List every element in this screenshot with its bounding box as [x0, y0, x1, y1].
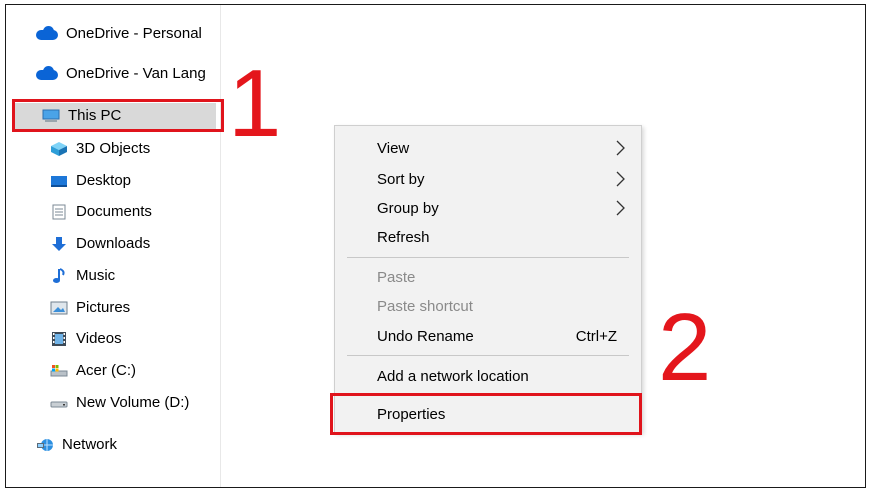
sidebar-item-label: Pictures — [76, 299, 131, 316]
menu-item-view[interactable]: View — [335, 133, 641, 163]
sidebar-item-label: Documents — [76, 203, 152, 220]
annotation-step-2: 2 — [658, 294, 712, 401]
sidebar-item-network[interactable]: Network — [36, 432, 117, 458]
menu-item-refresh[interactable]: Refresh — [335, 222, 641, 252]
annotation-highlight-properties — [330, 393, 642, 435]
sidebar-item-onedrive-personal[interactable]: OneDrive - Personal — [36, 21, 202, 47]
drive-c-icon — [50, 363, 68, 379]
annotation-step-1: 1 — [228, 50, 282, 157]
sidebar-item-videos[interactable]: Videos — [50, 326, 122, 352]
menu-item-label: Undo Rename — [377, 327, 474, 345]
menu-item-undo-rename[interactable]: Undo Rename Ctrl+Z — [335, 321, 641, 351]
sidebar-item-label: Desktop — [76, 172, 132, 189]
navigation-pane: OneDrive - Personal OneDrive - Van Lang … — [6, 5, 221, 487]
sidebar-item-label: OneDrive - Personal — [66, 25, 202, 42]
documents-icon — [50, 204, 68, 220]
sidebar-item-pictures[interactable]: Pictures — [50, 295, 130, 321]
annotation-highlight-this-pc — [12, 99, 224, 132]
menu-item-sort-by[interactable]: Sort by — [335, 164, 641, 194]
sidebar-item-label: Music — [76, 267, 116, 284]
videos-icon — [50, 331, 68, 347]
drive-d-icon — [50, 395, 68, 411]
menu-item-label: Add a network location — [377, 367, 529, 385]
sidebar-item-documents[interactable]: Documents — [50, 199, 152, 225]
sidebar-item-acer-c[interactable]: Acer (C:) — [50, 358, 136, 384]
music-icon — [50, 268, 68, 284]
onedrive-cloud-icon — [36, 26, 58, 42]
sidebar-item-label: 3D Objects — [76, 140, 151, 157]
menu-separator — [347, 257, 629, 258]
context-menu: View Sort by Group by Refresh Paste Past… — [334, 125, 642, 433]
downloads-icon — [50, 236, 68, 252]
menu-item-paste-shortcut[interactable]: Paste shortcut — [335, 291, 641, 321]
sidebar-item-onedrive-van-lang[interactable]: OneDrive - Van Lang — [36, 61, 206, 87]
sidebar-item-label: New Volume (D:) — [76, 394, 190, 411]
chevron-right-icon — [616, 171, 625, 187]
sidebar-item-label: Network — [62, 436, 118, 453]
menu-item-label: Paste shortcut — [377, 297, 473, 315]
sidebar-item-label: OneDrive - Van Lang — [66, 65, 206, 82]
menu-item-label: Sort by — [377, 170, 425, 188]
menu-item-label: Group by — [377, 199, 439, 217]
menu-item-paste[interactable]: Paste — [335, 262, 641, 292]
menu-item-label: Refresh — [377, 228, 430, 246]
sidebar-item-music[interactable]: Music — [50, 263, 115, 289]
menu-item-add-network-location[interactable]: Add a network location — [335, 361, 641, 391]
network-icon — [36, 437, 54, 453]
sidebar-item-downloads[interactable]: Downloads — [50, 231, 150, 257]
menu-item-label: Paste — [377, 268, 416, 286]
pictures-icon — [50, 300, 68, 316]
menu-item-shortcut: Ctrl+Z — [575, 327, 617, 345]
sidebar-item-label: Downloads — [76, 235, 151, 252]
chevron-right-icon — [616, 140, 625, 156]
sidebar-item-desktop[interactable]: Desktop — [50, 168, 131, 194]
menu-item-group-by[interactable]: Group by — [335, 193, 641, 223]
menu-item-label: View — [377, 139, 410, 157]
sidebar-item-new-volume-d[interactable]: New Volume (D:) — [50, 390, 189, 416]
desktop-icon — [50, 173, 68, 189]
3d-objects-icon — [50, 141, 68, 157]
sidebar-item-label: Acer (C:) — [76, 362, 136, 379]
onedrive-cloud-icon — [36, 66, 58, 82]
menu-separator — [347, 355, 629, 356]
sidebar-item-3d-objects[interactable]: 3D Objects — [50, 136, 150, 162]
chevron-right-icon — [616, 200, 625, 216]
sidebar-item-label: Videos — [76, 330, 122, 347]
